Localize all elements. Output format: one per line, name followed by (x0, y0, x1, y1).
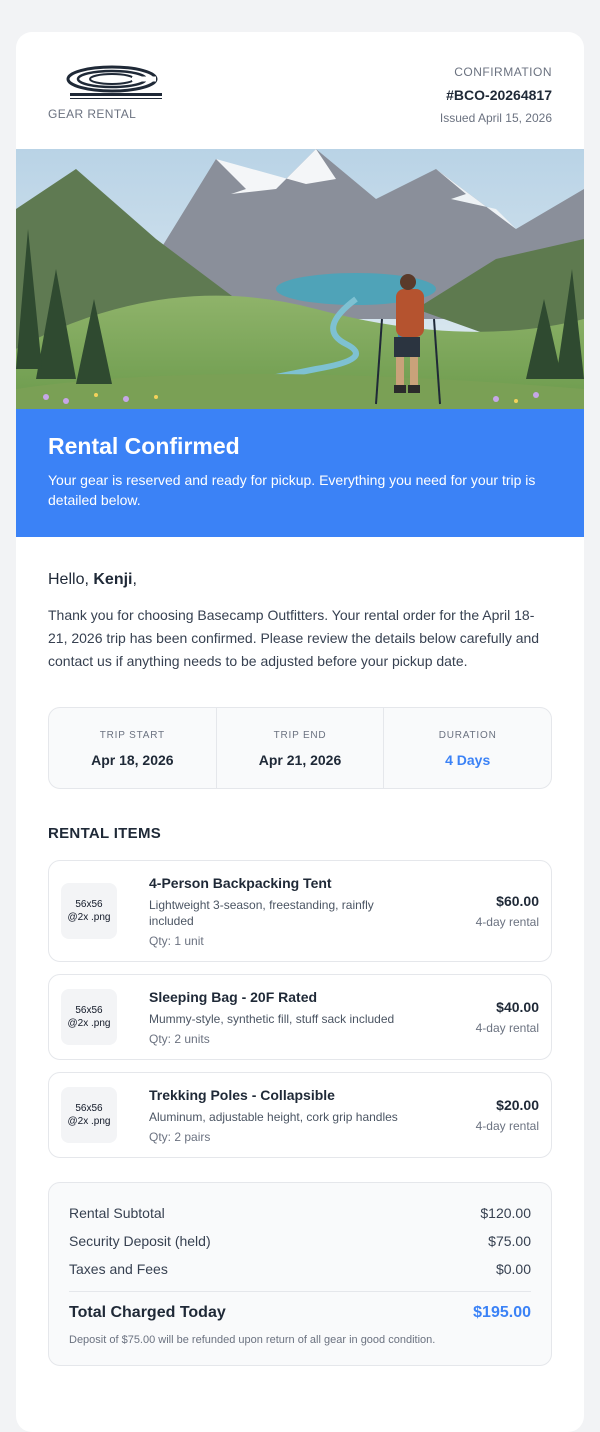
rental-item: 56x56 @2x .png Sleeping Bag - 20F Rated … (48, 974, 552, 1060)
item-name: Sleeping Bag - 20F Rated (149, 989, 318, 1005)
issued-date: Issued April 15, 2026 (439, 111, 552, 125)
item-info: Trekking Poles - Collapsible Aluminum, a… (149, 1087, 419, 1144)
summary-value: $0.00 (495, 1261, 531, 1277)
total-value: $195.00 (473, 1304, 531, 1321)
trip-end-label: TRIP END (273, 730, 327, 741)
summary-value: $120.00 (480, 1205, 531, 1221)
brand-subtitle: GEAR RENTAL (48, 107, 137, 121)
item-thumbnail: 56x56 @2x .png (61, 1087, 117, 1143)
company-logo-icon (60, 65, 170, 101)
greeting-suffix: , (132, 571, 137, 588)
trip-start-cell: TRIP START Apr 18, 2026 (49, 708, 216, 788)
summary-label: Taxes and Fees (69, 1261, 168, 1277)
rental-items-heading: RENTAL ITEMS (48, 825, 162, 842)
item-price: $60.00 (496, 893, 539, 909)
duration-cell: DURATION 4 Days (383, 708, 551, 788)
greeting-prefix: Hello, (48, 571, 94, 588)
item-price: $20.00 (496, 1097, 539, 1113)
mountain-lake-hiker-illustration-icon (16, 149, 584, 409)
email-header: GEAR RENTAL CONFIRMATION #BCO-20264817 I… (16, 32, 584, 149)
confirmation-number: #BCO-20264817 (446, 87, 552, 103)
rental-item: 56x56 @2x .png 4-Person Backpacking Tent… (48, 860, 552, 962)
email-card: GEAR RENTAL CONFIRMATION #BCO-20264817 I… (16, 32, 584, 1432)
trip-end-cell: TRIP END Apr 21, 2026 (215, 708, 384, 788)
hero-image (16, 149, 584, 409)
total-label: Total Charged Today (69, 1304, 226, 1321)
trip-start-label: TRIP START (99, 730, 165, 741)
item-description: Mummy-style, synthetic fill, stuff sack … (149, 1012, 395, 1026)
banner-subtitle: Your gear is reserved and ready for pick… (48, 472, 536, 508)
summary-row-taxes: Taxes and Fees $0.00 (69, 1255, 531, 1283)
duration-value: 4 Days (445, 752, 491, 768)
item-term: 4-day rental (475, 1119, 539, 1133)
confirmation-banner: Rental Confirmed Your gear is reserved a… (16, 409, 584, 537)
rental-item: 56x56 @2x .png Trekking Poles - Collapsi… (48, 1072, 552, 1158)
item-info: 4-Person Backpacking Tent Lightweight 3-… (149, 875, 419, 948)
trip-end-value: Apr 21, 2026 (258, 752, 342, 768)
item-description: Aluminum, adjustable height, cork grip h… (149, 1110, 398, 1124)
item-thumbnail: 56x56 @2x .png (61, 883, 117, 939)
summary-divider (69, 1291, 531, 1292)
greeting: Hello, Kenji, (48, 571, 552, 589)
email-body: Hello, Kenji, Thank you for choosing Bas… (16, 537, 584, 1366)
item-term: 4-day rental (475, 915, 539, 929)
trip-dates: TRIP START Apr 18, 2026 TRIP END Apr 21,… (48, 707, 552, 789)
item-thumbnail: 56x56 @2x .png (61, 989, 117, 1045)
confirmation-block: CONFIRMATION #BCO-20264817 Issued April … (440, 65, 552, 125)
confirmation-label: CONFIRMATION (454, 65, 552, 79)
summary-total-row: Total Charged Today $195.00 (69, 1304, 531, 1322)
banner-title: Rental Confirmed (48, 433, 240, 459)
item-quantity: Qty: 1 unit (149, 934, 204, 948)
item-price: $40.00 (496, 999, 539, 1015)
item-description: Lightweight 3-season, freestanding, rain… (149, 898, 374, 928)
summary-row-subtotal: Rental Subtotal $120.00 (69, 1199, 531, 1227)
item-info: Sleeping Bag - 20F Rated Mummy-style, sy… (149, 989, 419, 1046)
deposit-note: Deposit of $75.00 will be refunded upon … (69, 1334, 436, 1346)
item-price-block: $40.00 4-day rental (476, 999, 539, 1035)
item-quantity: Qty: 2 units (149, 1032, 210, 1046)
item-price-block: $60.00 4-day rental (476, 893, 539, 929)
summary-row-deposit: Security Deposit (held) $75.00 (69, 1227, 531, 1255)
item-quantity: Qty: 2 pairs (149, 1130, 211, 1144)
rental-items-list: 56x56 @2x .png 4-Person Backpacking Tent… (48, 860, 552, 1158)
item-name: 4-Person Backpacking Tent (149, 875, 332, 891)
summary-label: Rental Subtotal (69, 1205, 165, 1221)
duration-label: DURATION (438, 730, 497, 741)
item-name: Trekking Poles - Collapsible (149, 1087, 335, 1103)
intro-paragraph: Thank you for choosing Basecamp Outfitte… (48, 607, 540, 669)
payment-summary: Rental Subtotal $120.00 Security Deposit… (48, 1182, 552, 1366)
summary-label: Security Deposit (held) (69, 1233, 211, 1249)
customer-name: Kenji (93, 571, 133, 588)
item-price-block: $20.00 4-day rental (476, 1097, 539, 1133)
summary-value: $75.00 (488, 1233, 531, 1249)
trip-start-value: Apr 18, 2026 (91, 752, 174, 768)
item-term: 4-day rental (475, 1021, 539, 1035)
